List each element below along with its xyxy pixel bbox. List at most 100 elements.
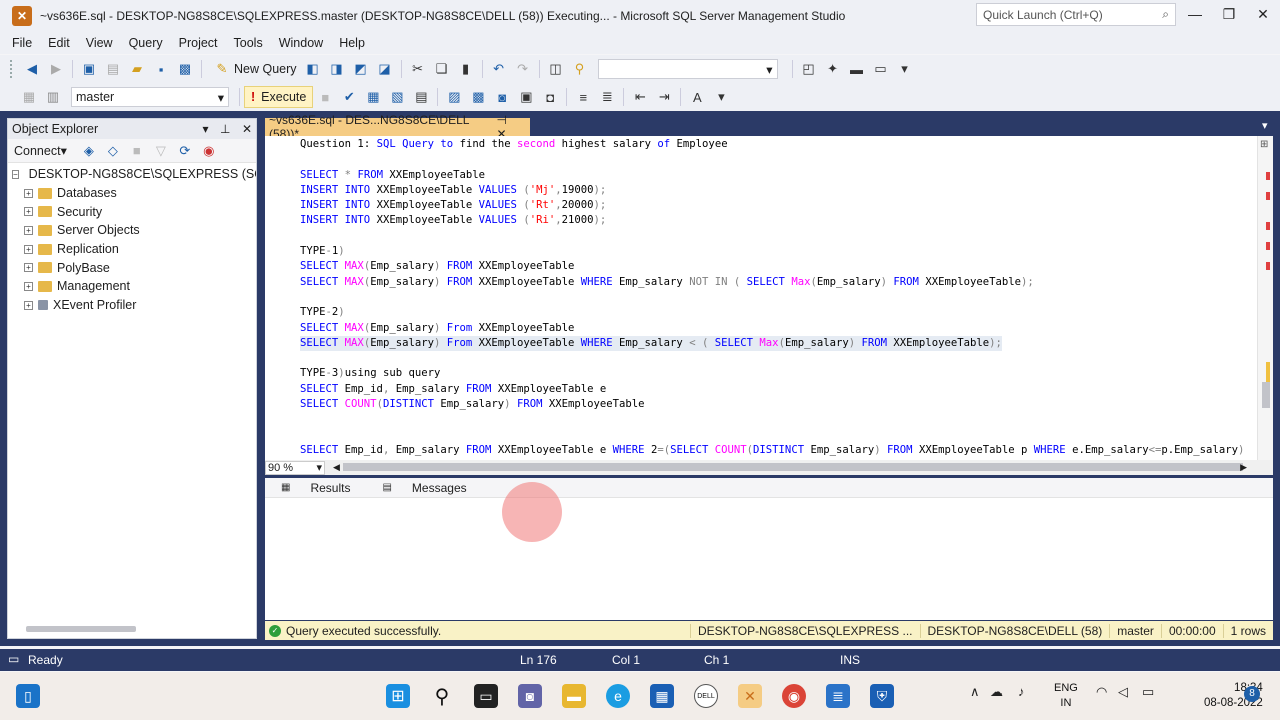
code-line[interactable]	[300, 152, 1244, 167]
save-icon[interactable]: ▪	[152, 60, 170, 78]
document-tab-active[interactable]: ~vs636E.sql - DES...NG8S8CE\DELL (58))* …	[265, 113, 530, 141]
results-to-file-icon[interactable]: ◘	[541, 88, 559, 106]
client-stats-icon[interactable]: ◙	[493, 88, 511, 106]
code-line[interactable]: INSERT INTO XXEmployeeTable VALUES ('Rt'…	[300, 198, 1244, 213]
code-line[interactable]: SELECT * FROM XXEmployeeTable	[300, 168, 1244, 183]
pin-icon[interactable]: ⊣	[497, 113, 507, 127]
scroll-right-icon[interactable]: ▶	[1240, 462, 1247, 473]
code-line[interactable]	[300, 428, 1244, 443]
object-explorer-icon[interactable]: ▦	[20, 88, 38, 106]
code-line[interactable]	[300, 290, 1244, 305]
code-line[interactable]: SELECT MAX(Emp_salary) FROM XXEmployeeTa…	[300, 259, 1244, 274]
redo-icon[interactable]: ↷	[514, 60, 532, 78]
expand-icon[interactable]: +	[24, 225, 33, 235]
search-icon[interactable]: ⚲	[430, 684, 454, 708]
dell-icon[interactable]: DELL	[694, 684, 718, 708]
forward-icon[interactable]: ▶	[47, 60, 65, 78]
decrease-indent-icon[interactable]: ⇤	[631, 88, 649, 106]
refresh-icon[interactable]: ⟳	[176, 142, 194, 160]
widgets-icon[interactable]: ▯	[16, 684, 40, 708]
database-engine-query-icon[interactable]: ◧	[304, 60, 322, 78]
expand-icon[interactable]: +	[24, 188, 33, 198]
tab-messages[interactable]: ▤ Messages	[366, 481, 482, 495]
code-line[interactable]: TYPE-2)	[300, 305, 1244, 320]
display-estimated-plan-icon[interactable]: ▦	[364, 88, 382, 106]
code-line[interactable]: TYPE-1)	[300, 244, 1244, 259]
menu-query[interactable]: Query	[121, 36, 171, 50]
security-shield-icon[interactable]: ⛨	[870, 684, 894, 708]
maximize-icon[interactable]: ❐	[1212, 0, 1246, 30]
toolbar-grip[interactable]	[10, 60, 14, 78]
expand-icon[interactable]: +	[24, 300, 33, 310]
comment-icon[interactable]: ≡	[574, 88, 592, 106]
find-combo[interactable]: ▾	[597, 59, 778, 79]
notification-badge[interactable]: 8	[1244, 686, 1260, 702]
code-line[interactable]: SELECT Emp_id, Emp_salary FROM XXEmploye…	[300, 443, 1244, 458]
window-layout-icon[interactable]: ▭	[872, 60, 890, 78]
zoom-combo[interactable]: 90 % ▾	[265, 460, 325, 475]
chevron-up-icon[interactable]: ∧	[970, 684, 980, 700]
open-file-icon[interactable]: ▰	[128, 60, 146, 78]
expand-icon[interactable]: +	[24, 263, 33, 273]
code-line[interactable]: SELECT Emp_id, Emp_salary FROM XXEmploye…	[300, 382, 1244, 397]
scrollbar-thumb[interactable]	[343, 463, 1243, 471]
task-view-icon[interactable]: ▭	[474, 684, 498, 708]
tree-node-replication[interactable]: + Replication	[8, 240, 256, 259]
execute-button[interactable]: ! Execute	[244, 86, 314, 108]
language-indicator[interactable]: ENG IN	[1054, 681, 1078, 711]
code-line[interactable]: INSERT INTO XXEmployeeTable VALUES ('Ri'…	[300, 213, 1244, 228]
ssms-taskbar-icon[interactable]: ✕	[738, 684, 762, 708]
activity-monitor-icon[interactable]: ◫	[547, 60, 565, 78]
quick-launch-input[interactable]: Quick Launch (Ctrl+Q) ⌕	[976, 3, 1176, 26]
chrome-icon[interactable]: ◉	[782, 684, 806, 708]
close-icon[interactable]: ✕	[1246, 0, 1280, 30]
live-stats-icon[interactable]: ▩	[469, 88, 487, 106]
results-to-text-icon[interactable]: ▣	[517, 88, 535, 106]
battery-icon[interactable]: ▭	[1142, 684, 1154, 700]
scrollbar-thumb[interactable]	[1262, 382, 1270, 408]
uncomment-icon[interactable]: ≣	[598, 88, 616, 106]
tab-overflow-icon[interactable]: ▾	[1262, 119, 1268, 132]
results-pane[interactable]	[265, 482, 1273, 620]
pin-icon[interactable]: ⊥	[220, 122, 230, 136]
add-item-icon[interactable]: ▤	[104, 60, 122, 78]
code-line[interactable]	[300, 351, 1244, 366]
menu-view[interactable]: View	[78, 36, 121, 50]
connect-button[interactable]: Connect▾	[14, 143, 67, 158]
menu-file[interactable]: File	[4, 36, 40, 50]
tree-node-server-objects[interactable]: + Server Objects	[8, 221, 256, 240]
new-project-icon[interactable]: ▣	[80, 60, 98, 78]
tree-node-security[interactable]: + Security	[8, 202, 256, 221]
menu-help[interactable]: Help	[331, 36, 373, 50]
back-icon[interactable]: ◀	[23, 60, 41, 78]
code-line[interactable]: SELECT COUNT(DISTINCT Emp_salary) FROM X…	[300, 397, 1244, 412]
code-line[interactable]	[300, 229, 1244, 244]
dropdown-icon[interactable]: ▾	[202, 122, 208, 136]
dmx-query-icon[interactable]: ◩	[352, 60, 370, 78]
code-line[interactable]: INSERT INTO XXEmployeeTable VALUES ('Mj'…	[300, 183, 1244, 198]
wrench-icon[interactable]: ✦	[824, 60, 842, 78]
query-designer-icon[interactable]: ▧	[388, 88, 406, 106]
code-area[interactable]: Question 1: SQL Query to find the second…	[300, 137, 1244, 458]
available-databases-combo[interactable]: master ▾	[71, 87, 229, 107]
horizontal-scrollbar[interactable]	[343, 463, 1243, 471]
code-line[interactable]: SELECT MAX(Emp_salary) FROM XXEmployeeTa…	[300, 275, 1244, 290]
menu-tools[interactable]: Tools	[226, 36, 271, 50]
tree-node-management[interactable]: + Management	[8, 277, 256, 296]
registered-servers-icon[interactable]: ▥	[44, 88, 62, 106]
tree-server-node[interactable]: − DESKTOP-NG8S8CE\SQLEXPRESS (SQL Se	[8, 165, 256, 184]
query-editor[interactable]: Question 1: SQL Query to find the second…	[265, 136, 1273, 460]
code-line[interactable]: Question 1: SQL Query to find the second…	[300, 137, 1244, 152]
new-query-button[interactable]: ✎ New Query	[206, 58, 301, 80]
cancel-query-icon[interactable]: ■	[316, 88, 334, 106]
toolbar-options-icon[interactable]: ▾	[896, 60, 914, 78]
teams-chat-icon[interactable]: ◙	[518, 684, 542, 708]
expand-icon[interactable]: +	[24, 207, 33, 217]
tree-node-databases[interactable]: + Databases	[8, 184, 256, 203]
toolbox-icon[interactable]: ▬	[848, 60, 866, 78]
vertical-scrollbar[interactable]: ⊞	[1257, 136, 1273, 460]
code-line[interactable]	[300, 412, 1244, 427]
split-icon[interactable]: ⊞	[1260, 139, 1268, 150]
paste-icon[interactable]: ▮	[457, 60, 475, 78]
edge-icon[interactable]: e	[606, 684, 630, 708]
